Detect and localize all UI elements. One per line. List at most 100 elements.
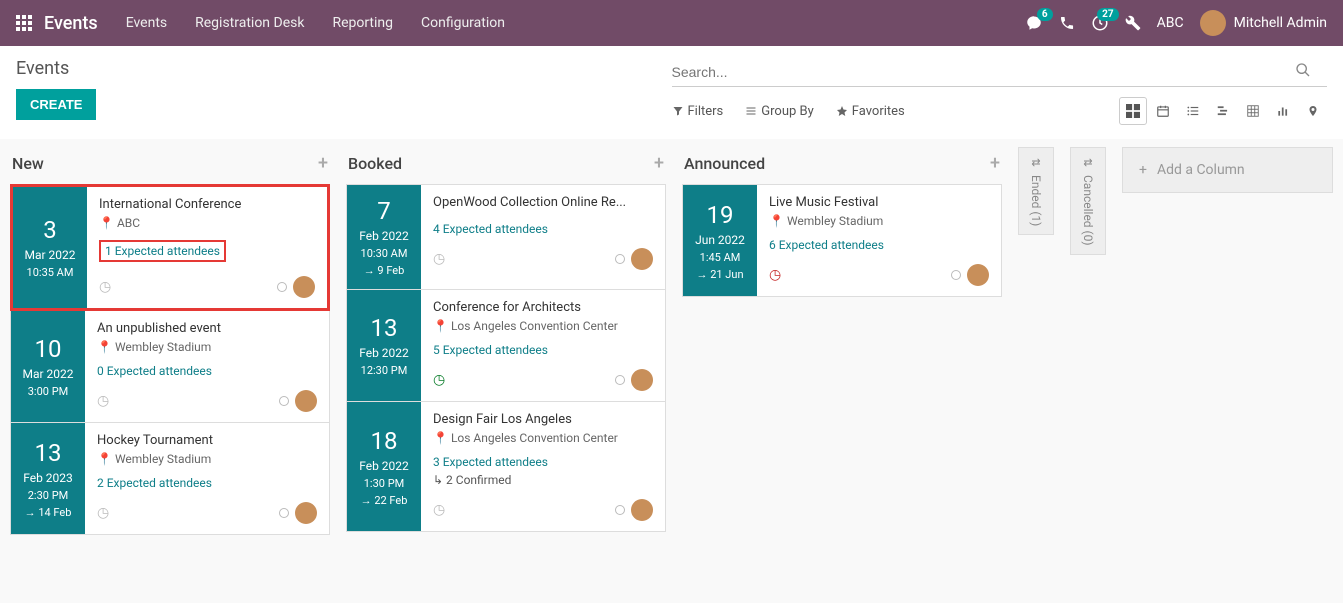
user-short[interactable]: ABC [1157,15,1184,31]
star-icon [836,105,848,117]
event-title: Design Fair Los Angeles [433,412,653,427]
user-menu[interactable]: Mitchell Admin [1200,10,1327,36]
column-ended-collapsed[interactable]: ⇄ Ended (1) [1018,147,1054,235]
filters-button[interactable]: Filters [672,104,724,119]
create-button[interactable]: CREATE [16,89,96,120]
expected-attendees[interactable]: 3 Expected attendees [433,455,653,469]
pin-icon: 📍 [97,452,112,466]
clock-icon[interactable]: ◷ [433,251,445,267]
event-location: 📍 ABC [99,216,315,230]
priority-dot[interactable] [615,254,625,264]
column-cancelled-collapsed[interactable]: ⇄ Cancelled (0) [1070,147,1106,255]
clock-icon[interactable]: ◷ [433,502,445,518]
column-header[interactable]: New + [10,147,330,184]
avatar-icon [1200,10,1226,36]
event-card[interactable]: 18 Feb 2022 1:30 PM → 22 Feb Design Fair… [346,402,666,532]
messages-icon[interactable]: 6 [1025,14,1043,32]
list-view-icon[interactable] [1179,97,1207,125]
groupby-button[interactable]: Group By [745,104,814,119]
kanban-view-icon[interactable] [1119,97,1147,125]
expected-attendees[interactable]: 2 Expected attendees [97,476,317,490]
event-title: Hockey Tournament [97,433,317,448]
assignee-avatar[interactable] [295,390,317,412]
add-column-button[interactable]: + Add a Column [1122,147,1333,193]
confirmed-count[interactable]: ↳ 2 Confirmed [433,473,653,487]
collapse-arrow-icon: ⇄ [1083,156,1092,169]
phone-icon[interactable] [1059,15,1075,31]
event-card[interactable]: 19 Jun 2022 1:45 AM → 21 Jun Live Music … [682,184,1002,297]
priority-dot[interactable] [615,505,625,515]
event-card[interactable]: 7 Feb 2022 10:30 AM → 9 Feb OpenWood Col… [346,184,666,290]
assignee-avatar[interactable] [967,264,989,286]
expected-attendees[interactable]: 6 Expected attendees [769,238,989,252]
list-icon [745,105,757,117]
column-booked: Booked + 7 Feb 2022 10:30 AM → 9 Feb Ope… [346,147,666,532]
gantt-view-icon[interactable] [1209,97,1237,125]
priority-dot[interactable] [279,508,289,518]
assignee-avatar[interactable] [631,499,653,521]
assignee-avatar[interactable] [631,248,653,270]
column-header[interactable]: Announced + [682,147,1002,184]
expected-attendees[interactable]: 0 Expected attendees [97,364,317,378]
calendar-view-icon[interactable] [1149,97,1177,125]
event-card[interactable]: 3 Mar 2022 10:35 AM International Confer… [10,184,330,311]
clock-icon[interactable]: ◷ [99,279,111,295]
collapsed-label: Cancelled (0) [1081,175,1095,246]
debug-icon[interactable] [1125,15,1141,31]
card-date: 7 Feb 2022 10:30 AM → 9 Feb [347,185,421,289]
priority-dot[interactable] [615,375,625,385]
graph-view-icon[interactable] [1269,97,1297,125]
column-announced: Announced + 19 Jun 2022 1:45 AM → 21 Jun… [682,147,1002,297]
clock-icon[interactable]: ◷ [97,393,109,409]
event-card[interactable]: 10 Mar 2022 3:00 PM An unpublished event… [10,311,330,423]
favorites-button[interactable]: Favorites [836,104,905,119]
card-date: 19 Jun 2022 1:45 AM → 21 Jun [683,185,757,296]
pivot-view-icon[interactable] [1239,97,1267,125]
apps-icon[interactable] [16,15,32,31]
pin-icon: 📍 [433,431,448,445]
menu-reporting[interactable]: Reporting [332,15,393,31]
search-icon[interactable] [1295,62,1311,78]
plus-icon: + [1139,162,1147,178]
map-view-icon[interactable] [1299,97,1327,125]
card-date: 3 Mar 2022 10:35 AM [13,187,87,308]
collapsed-label: Ended (1) [1029,175,1043,226]
add-card-icon[interactable]: + [990,153,1000,174]
priority-dot[interactable] [279,396,289,406]
event-card[interactable]: 13 Feb 2022 12:30 PM Conference for Arch… [346,290,666,402]
event-location: 📍 Los Angeles Convention Center [433,319,653,333]
pin-icon: 📍 [97,340,112,354]
priority-dot[interactable] [277,282,287,292]
clock-icon[interactable]: ◷ [433,372,445,388]
control-panel: Events CREATE Filters Group By [0,46,1343,139]
activities-icon[interactable]: 27 [1091,14,1109,32]
assignee-avatar[interactable] [295,502,317,524]
card-date: 18 Feb 2022 1:30 PM → 22 Feb [347,402,421,531]
menu-events[interactable]: Events [126,15,167,31]
assignee-avatar[interactable] [631,369,653,391]
expected-attendees[interactable]: 5 Expected attendees [433,343,653,357]
pin-icon: 📍 [769,214,784,228]
event-location: 📍 Wembley Stadium [769,214,989,228]
event-location: 📍 Los Angeles Convention Center [433,431,653,445]
column-header[interactable]: Booked + [346,147,666,184]
messages-badge: 6 [1037,8,1053,21]
expected-attendees[interactable]: 1 Expected attendees [99,240,226,262]
card-date: 13 Feb 2023 2:30 PM → 14 Feb [11,423,85,534]
card-date: 10 Mar 2022 3:00 PM [11,311,85,422]
add-card-icon[interactable]: + [318,153,328,174]
clock-icon[interactable]: ◷ [97,505,109,521]
pin-icon: 📍 [99,216,114,230]
menu-configuration[interactable]: Configuration [421,15,505,31]
event-card[interactable]: 13 Feb 2023 2:30 PM → 14 Feb Hockey Tour… [10,423,330,535]
add-card-icon[interactable]: + [654,153,664,174]
assignee-avatar[interactable] [293,276,315,298]
expected-attendees[interactable]: 4 Expected attendees [433,222,653,236]
event-title: OpenWood Collection Online Re... [433,195,653,210]
clock-icon[interactable]: ◷ [769,267,781,283]
menu-registration[interactable]: Registration Desk [195,15,304,31]
search-input[interactable] [672,58,1328,87]
app-title[interactable]: Events [44,13,98,34]
priority-dot[interactable] [951,270,961,280]
card-date: 13 Feb 2022 12:30 PM [347,290,421,401]
